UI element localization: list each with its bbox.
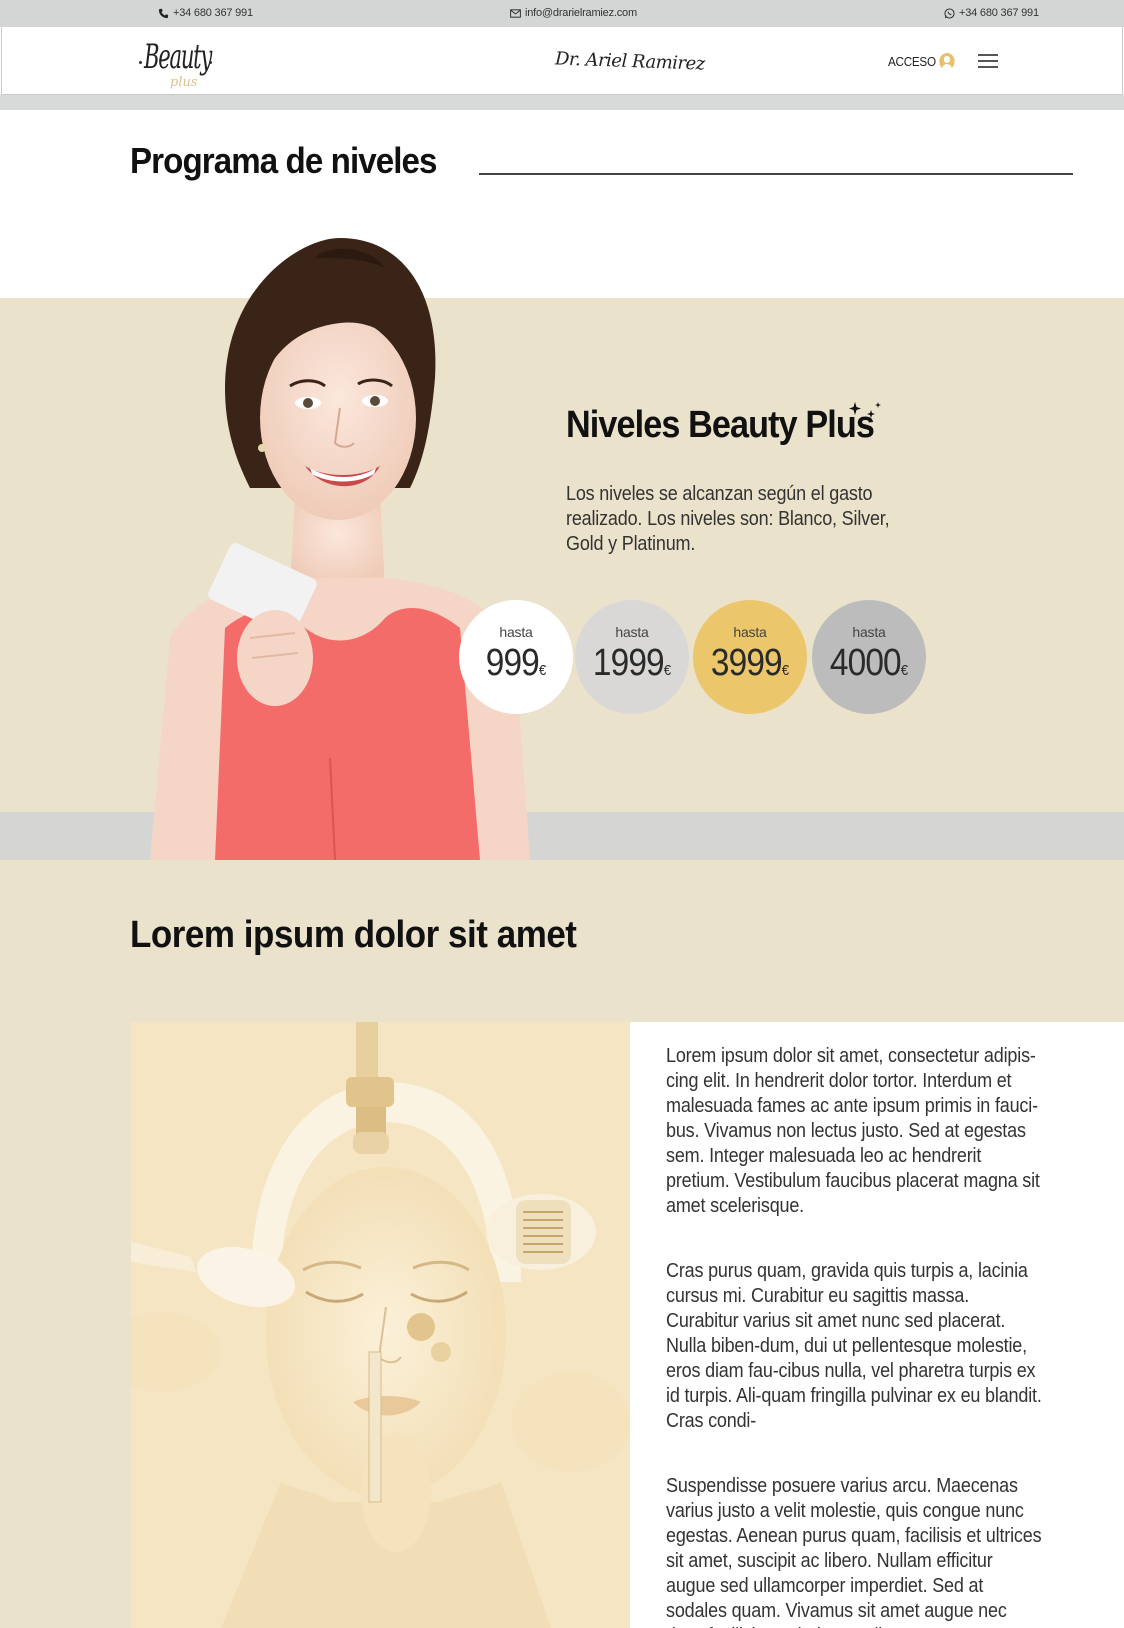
- access-button[interactable]: ACCESO: [888, 53, 955, 70]
- lorem-paragraph-3: Suspendisse posuere varius arcu. Maecena…: [666, 1475, 1042, 1628]
- level-amount: 999€: [485, 642, 547, 684]
- phone-text: +34 680 367 991: [173, 7, 253, 19]
- phone-icon: [158, 8, 169, 18]
- level-amount: 1999€: [592, 642, 672, 684]
- level-prefix: hasta: [852, 624, 886, 640]
- level-platinum: hasta 4000€: [812, 600, 926, 714]
- whatsapp-link[interactable]: +34 680 367 991: [944, 7, 1039, 19]
- site-header: Beauty plus Dr. Ariel Ramirez ACCESO: [1, 27, 1123, 95]
- lorem-paragraph-2: Cras purus quam, gravida quis turpis a, …: [666, 1260, 1042, 1432]
- level-amount: 3999€: [710, 642, 790, 684]
- lorem-text-column: Lorem ipsum dolor sit amet, consectetur …: [666, 1044, 1044, 1628]
- whatsapp-icon: [944, 7, 955, 19]
- doctor-signature: Dr. Ariel Ramirez: [554, 48, 706, 75]
- hamburger-menu-icon[interactable]: [978, 54, 998, 68]
- logo-dot-right: [209, 61, 212, 64]
- level-gold: hasta 3999€: [693, 600, 807, 714]
- email-link[interactable]: info@drarielramiez.com: [510, 7, 637, 19]
- logo-dot-left: [139, 61, 142, 64]
- header-divider: [0, 95, 1124, 110]
- phone-link[interactable]: +34 680 367 991: [158, 7, 253, 19]
- top-contact-bar: +34 680 367 991 info@drarielramiez.com +…: [0, 0, 1124, 27]
- access-label: ACCESO: [888, 54, 936, 69]
- woman-with-card-image: [150, 238, 530, 860]
- facial-treatment-photo: [131, 1022, 630, 1628]
- title-rule: [479, 173, 1073, 175]
- level-prefix: hasta: [615, 624, 649, 640]
- level-blanco: hasta 999€: [459, 600, 573, 714]
- mail-icon: [510, 8, 521, 18]
- logo-subtext: plus: [170, 75, 198, 90]
- whatsapp-text: +34 680 367 991: [959, 7, 1039, 19]
- niveles-title-light: Niveles: [566, 404, 680, 446]
- level-amount: 4000€: [829, 642, 909, 684]
- level-prefix: hasta: [733, 624, 767, 640]
- level-silver: hasta 1999€: [575, 600, 689, 714]
- user-icon: [939, 53, 955, 70]
- niveles-description: Los niveles se alcanzan según el gasto r…: [566, 483, 890, 555]
- niveles-title: Niveles Beauty Plus: [566, 404, 875, 447]
- sparkles-icon: [849, 402, 881, 418]
- logo-text: Beauty: [144, 37, 212, 77]
- email-text: info@drarielramiez.com: [525, 7, 637, 19]
- lorem-paragraph-1: Lorem ipsum dolor sit amet, consectetur …: [666, 1045, 1040, 1217]
- lorem-title: Lorem ipsum dolor sit amet: [130, 914, 577, 956]
- page-title: Programa de niveles: [130, 140, 437, 181]
- level-prefix: hasta: [499, 624, 533, 640]
- beauty-plus-logo[interactable]: Beauty plus: [136, 35, 216, 91]
- lorem-left-band: [0, 1022, 131, 1628]
